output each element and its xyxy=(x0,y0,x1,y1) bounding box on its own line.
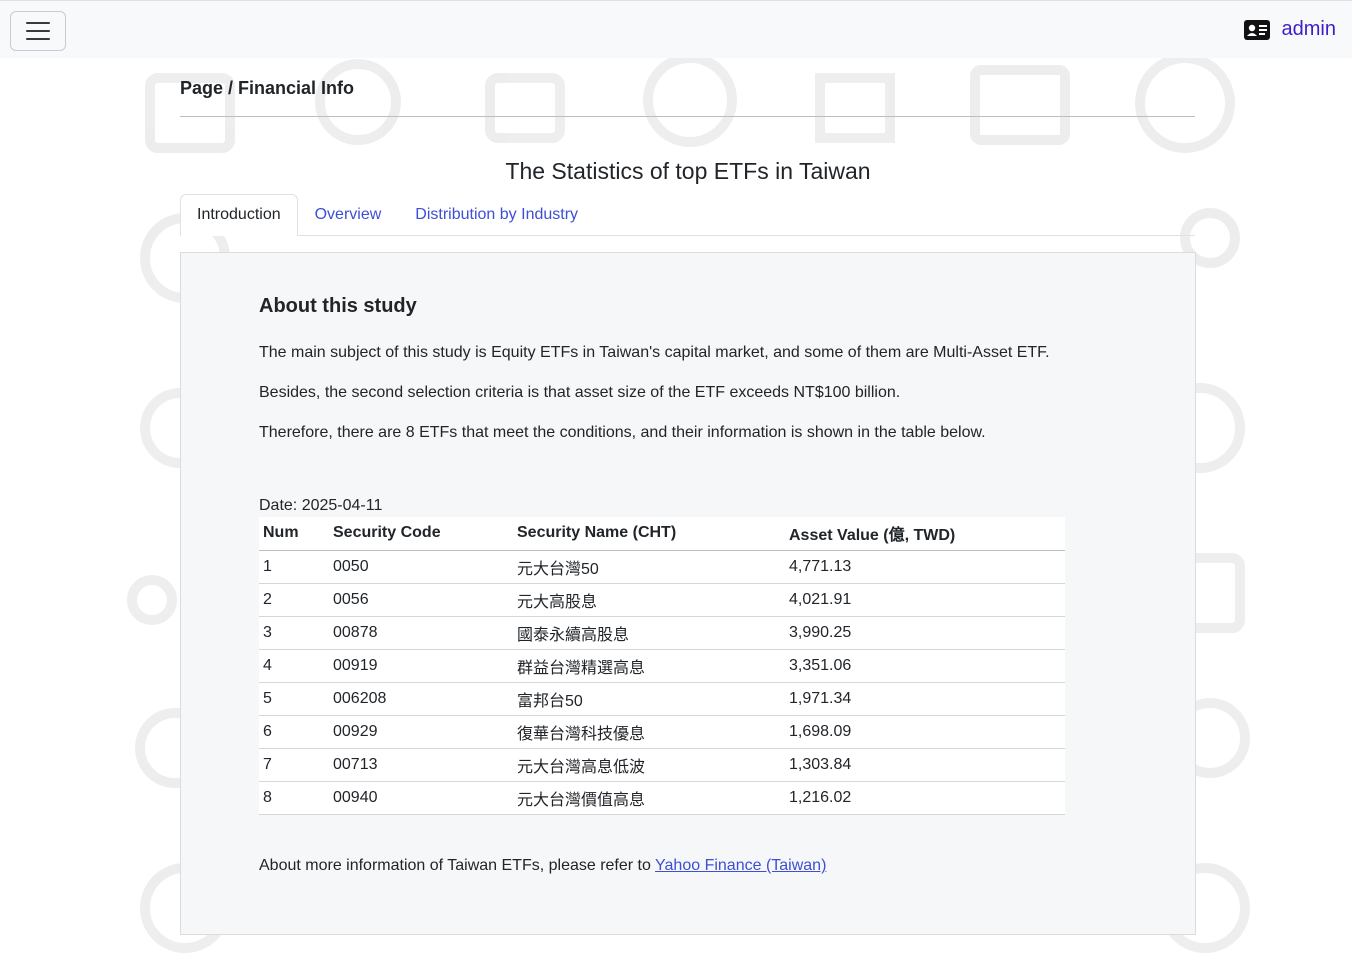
cell-num: 8 xyxy=(259,781,329,815)
cell-asset-value: 1,698.09 xyxy=(785,715,1065,749)
cell-security-name: 元大台灣高息低波 xyxy=(513,748,785,782)
cell-num: 5 xyxy=(259,682,329,716)
table-row: 1 0050 元大台灣50 4,771.13 xyxy=(259,550,1065,584)
table-row: 7 00713 元大台灣高息低波 1,303.84 xyxy=(259,748,1065,782)
cell-security-name: 群益台灣精選高息 xyxy=(513,649,785,683)
top-navbar: admin xyxy=(0,0,1352,58)
yahoo-finance-link[interactable]: Yahoo Finance (Taiwan) xyxy=(655,857,826,874)
cell-num: 1 xyxy=(259,550,329,584)
cell-asset-value: 1,303.84 xyxy=(785,748,1065,782)
cell-num: 2 xyxy=(259,583,329,617)
cell-num: 4 xyxy=(259,649,329,683)
page-title: The Statistics of top ETFs in Taiwan xyxy=(505,158,871,184)
cell-security-code: 00878 xyxy=(329,616,513,650)
tab-distribution-by-industry[interactable]: Distribution by Industry xyxy=(398,194,595,236)
hamburger-icon xyxy=(26,22,50,24)
cell-asset-value: 3,990.25 xyxy=(785,616,1065,650)
table-row: 4 00919 群益台灣精選高息 3,351.06 xyxy=(259,649,1065,683)
data-date: Date: 2025-04-11 xyxy=(259,497,383,514)
table-row: 6 00929 復華台灣科技優息 1,698.09 xyxy=(259,715,1065,749)
cell-security-code: 00919 xyxy=(329,649,513,683)
cell-security-code: 006208 xyxy=(329,682,513,716)
cell-security-code: 0056 xyxy=(329,583,513,617)
table-row: 3 00878 國泰永續高股息 3,990.25 xyxy=(259,616,1065,650)
cell-security-name: 元大高股息 xyxy=(513,583,785,617)
cell-security-code: 00713 xyxy=(329,748,513,782)
cell-num: 6 xyxy=(259,715,329,749)
header-security-name: Security Name (CHT) xyxy=(513,517,785,551)
breadcrumb: Page / Financial Info xyxy=(180,78,355,98)
cell-security-name: 元大台灣50 xyxy=(513,550,785,584)
intro-paragraph-2: Besides, the second selection criteria i… xyxy=(259,384,901,401)
table-row: 5 006208 富邦台50 1,971.34 xyxy=(259,682,1065,716)
tab-bar: Introduction Overview Distribution by In… xyxy=(180,194,1195,236)
tab-introduction[interactable]: Introduction xyxy=(180,194,298,236)
cell-security-code: 00929 xyxy=(329,715,513,749)
tab-overview[interactable]: Overview xyxy=(298,194,399,236)
table-row: 8 00940 元大台灣價值高息 1,216.02 xyxy=(259,781,1065,815)
introduction-panel: About this study The main subject of thi… xyxy=(180,252,1196,935)
cell-security-name: 復華台灣科技優息 xyxy=(513,715,785,749)
cell-asset-value: 1,971.34 xyxy=(785,682,1065,716)
cell-num: 3 xyxy=(259,616,329,650)
user-menu[interactable]: admin xyxy=(1243,18,1336,41)
cell-security-code: 0050 xyxy=(329,550,513,584)
intro-paragraph-3: Therefore, there are 8 ETFs that meet th… xyxy=(259,424,986,441)
table-header-row: Num Security Code Security Name (CHT) As… xyxy=(259,517,1065,551)
cell-asset-value: 4,771.13 xyxy=(785,550,1065,584)
header-num: Num xyxy=(259,517,329,551)
cell-asset-value: 3,351.06 xyxy=(785,649,1065,683)
cell-security-name: 元大台灣價值高息 xyxy=(513,781,785,815)
footer-note: About more information of Taiwan ETFs, p… xyxy=(259,857,826,875)
cell-security-code: 00940 xyxy=(329,781,513,815)
footer-text: About more information of Taiwan ETFs, p… xyxy=(259,857,656,874)
about-title: About this study xyxy=(259,295,417,317)
cell-asset-value: 4,021.91 xyxy=(785,583,1065,617)
header-asset-value: Asset Value (億, TWD) xyxy=(785,517,1065,551)
intro-paragraph-1: The main subject of this study is Equity… xyxy=(259,344,1050,361)
id-card-icon xyxy=(1243,19,1270,40)
cell-security-name: 富邦台50 xyxy=(513,682,785,716)
etf-table: Num Security Code Security Name (CHT) As… xyxy=(259,517,1065,815)
table-row: 2 0056 元大高股息 4,021.91 xyxy=(259,583,1065,617)
breadcrumb-divider xyxy=(180,116,1195,117)
header-security-code: Security Code xyxy=(329,517,513,551)
cell-security-name: 國泰永續高股息 xyxy=(513,616,785,650)
cell-num: 7 xyxy=(259,748,329,782)
user-name-link[interactable]: admin xyxy=(1282,18,1336,41)
hamburger-menu-button[interactable] xyxy=(10,11,66,51)
cell-asset-value: 1,216.02 xyxy=(785,781,1065,815)
